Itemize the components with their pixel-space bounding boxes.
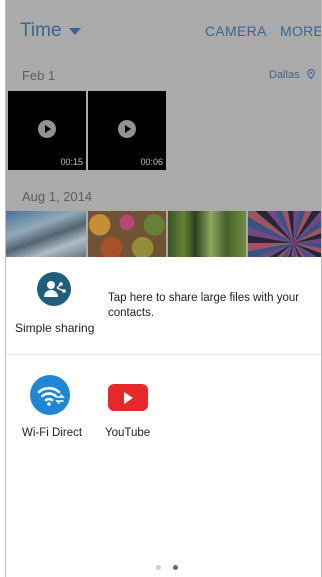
scrim-overlay[interactable] <box>6 0 321 257</box>
wifi-direct-icon[interactable] <box>30 375 70 415</box>
youtube-icon[interactable] <box>108 384 148 411</box>
simple-sharing-description[interactable]: Tap here to share large files with your … <box>108 291 313 321</box>
wifi-direct-label[interactable]: Wi-Fi Direct <box>22 427 82 439</box>
page-indicator-dot <box>156 565 161 570</box>
gallery-view: Time CAMERA MORE Feb 1 Dallas 00:15 00:0… <box>6 0 321 257</box>
page-indicator-dot-active <box>173 565 178 570</box>
wifi-icon <box>37 386 65 406</box>
share-icon <box>44 281 66 297</box>
divider <box>6 354 321 355</box>
simple-sharing-label[interactable]: Simple sharing <box>15 321 94 335</box>
youtube-label[interactable]: YouTube <box>105 427 150 439</box>
share-sheet: Simple sharing Tap here to share large f… <box>6 257 321 577</box>
simple-sharing-icon[interactable] <box>37 272 71 306</box>
screen: Time CAMERA MORE Feb 1 Dallas 00:15 00:0… <box>5 0 322 577</box>
